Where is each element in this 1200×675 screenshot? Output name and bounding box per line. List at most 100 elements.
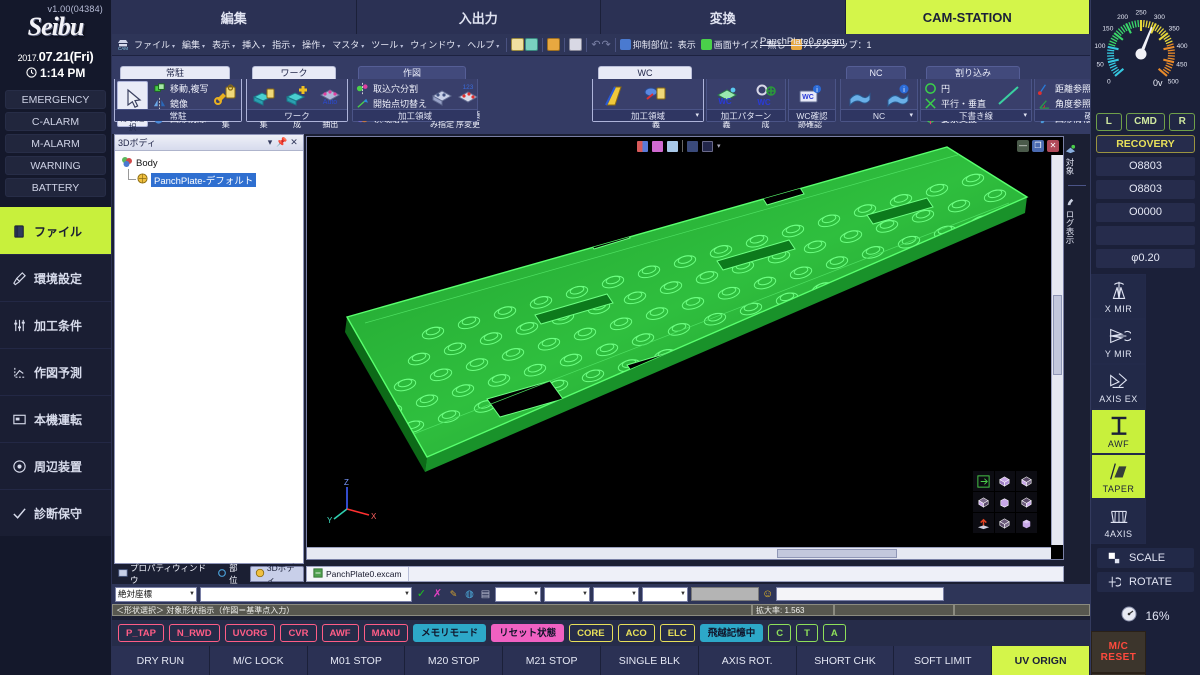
view-bottom-icon[interactable] [994,513,1016,533]
recovery-button[interactable]: RECOVERY [1096,135,1195,153]
function-button-7[interactable]: AXIS ROT. [698,646,797,675]
program-field-5[interactable]: φ0.20 [1096,249,1195,268]
redo-icon[interactable]: ↷ [602,38,611,51]
view-iso-reset-icon[interactable] [973,471,994,491]
function-button-2[interactable]: M/C LOCK [209,646,308,675]
ribbon-button-hole-split[interactable]: 取込穴分割 [356,82,427,95]
status-pill-3[interactable]: UVORG [224,624,276,642]
status-pill-9[interactable]: CORE [569,624,613,642]
toggle-taper[interactable]: TAPER [1091,454,1146,499]
status-pill-13[interactable]: C [768,624,792,642]
menu-item-8[interactable]: ツール [368,37,406,52]
tree-node-root[interactable]: Body [115,155,303,172]
save-icon[interactable] [569,38,583,51]
sidebar-item-7[interactable]: 診断保守 [0,489,111,536]
sidebar-item-6[interactable]: 周辺装置 [0,442,111,489]
tab-4[interactable]: CAM-STATION [845,0,1090,34]
tree-node-child[interactable]: PanchPlate-デフォルト [115,169,303,188]
m-c-reset-button[interactable]: M/C RESET [1091,631,1146,673]
status-pill-6[interactable]: MANU [363,624,409,642]
function-button-1[interactable]: DRY RUN [112,646,210,675]
menu-status-1[interactable]: 抑制部位：表示 [619,38,696,51]
status-pill-11[interactable]: ELC [659,624,695,642]
status-pill-12[interactable]: 飛越記憶中 [699,624,764,642]
ribbon-button-circle[interactable]: 円 [924,82,986,95]
ribbon-tab-1[interactable]: 常駐 [120,66,230,79]
param-select-3[interactable]: ▼ [593,586,639,602]
coord-mode-select[interactable]: 絶対座標 ▼ [115,586,197,602]
ribbon-tab-7[interactable]: NC [846,66,906,79]
menu-item-1[interactable]: ファイル [131,37,178,52]
ribbon-group-expand-icon[interactable]: ▾ [695,110,699,122]
viewport-scrollbar-horizontal[interactable] [307,547,1051,559]
toggle-4axis[interactable]: 4AXIS [1091,499,1146,544]
status-pill-8[interactable]: リセット状態 [491,624,565,642]
param-select-2[interactable]: ▼ [544,586,590,602]
menu-item-3[interactable]: 表示 [209,37,238,52]
new-doc-icon[interactable] [511,38,525,51]
param-select-4[interactable]: ▼ [642,586,688,602]
calculator-small-icon[interactable]: ▤ [479,588,492,601]
function-button-6[interactable]: SINGLE BLK [600,646,699,675]
viewport-side-tab-1[interactable]: 対象 [1064,140,1076,179]
menu-item-4[interactable]: 挿入 [239,37,268,52]
ribbon-tab-3[interactable]: 作図 [358,66,466,79]
panel-tab-1[interactable]: プロパティウィンドウ [114,563,211,585]
status-pill-15[interactable]: A [822,624,846,642]
sidebar-item-4[interactable]: 作図予測 [0,348,111,395]
menu-item-10[interactable]: ヘルプ [464,37,502,52]
status-pill-4[interactable]: CVR [280,624,317,642]
mode-button-cmd[interactable]: CMD [1125,113,1166,131]
menu-item-7[interactable]: マスタ [329,37,367,52]
status-pill-10[interactable]: ACO [617,624,655,642]
ribbon-button-order-change[interactable]: 123加工順序変更 [455,79,481,129]
ribbon-button-auto-extract[interactable]: Auto自動部位抽出 [314,79,347,129]
document-tab[interactable]: PanchPlate0.excam [307,567,409,581]
message-field[interactable] [776,587,945,601]
mode-button-r[interactable]: R [1169,113,1195,131]
ribbon-tab-8[interactable]: 割り込み [926,66,1020,79]
function-button-8[interactable]: SHORT CHK [796,646,895,675]
program-field-3[interactable]: O0000 [1096,203,1195,222]
status-pill-1[interactable]: P_TAP [118,624,164,642]
toggle-x-mir[interactable]: X MIR [1091,274,1146,319]
sidebar-item-2[interactable]: 環境設定 [0,254,111,301]
view-front-icon[interactable] [1016,471,1037,491]
ribbon-tab-2[interactable]: ワーク [252,66,336,79]
view-right-icon[interactable] [1016,492,1037,512]
param-select-1[interactable]: ▼ [495,586,541,602]
sidebar-item-3[interactable]: 加工条件 [0,301,111,348]
toggle-awf[interactable]: AWF [1091,409,1146,454]
panel-tab-2[interactable]: 部位 [213,563,248,585]
cancel-icon[interactable]: ✗ [431,588,444,601]
view-solid-icon[interactable] [994,492,1016,512]
program-field-4[interactable] [1096,226,1195,245]
pin-icon[interactable]: 📌 [276,137,288,148]
status-pill-2[interactable]: N_RWD [168,624,220,642]
toggle-y-mir[interactable]: Y MIR [1091,319,1146,364]
sidebar-item-1[interactable]: ファイル [0,207,111,254]
program-field-2[interactable]: O8803 [1096,180,1195,199]
chevron-down-icon[interactable]: ▾ [264,137,276,148]
ribbon-group-expand-icon[interactable]: ▾ [909,110,913,122]
palette-icon[interactable]: ◍ [463,588,476,601]
menu-item-6[interactable]: 操作 [299,37,328,52]
open-doc-icon[interactable] [525,38,539,51]
confirm-icon[interactable]: ✓ [415,588,428,601]
menu-item-2[interactable]: 編集 [179,37,208,52]
ribbon-button-work-edit[interactable]: ワーク編集 [247,79,280,129]
tab-1[interactable]: 編集 [112,0,357,34]
view-up-arrow-icon[interactable] [973,513,994,533]
menu-item-5[interactable]: 指示 [269,37,298,52]
status-pill-7[interactable]: メモリモード [413,624,487,642]
view-top-icon[interactable] [994,471,1016,491]
function-button-3[interactable]: M01 STOP [307,646,406,675]
command-input[interactable]: ▼ [200,586,412,602]
mode-button-l[interactable]: L [1096,113,1122,131]
menu-item-9[interactable]: ウィンドウ [407,37,463,52]
viewport-scrollbar-vertical[interactable] [1051,155,1063,545]
ribbon-button-machined[interactable]: 加工済み指定 [429,79,455,129]
ribbon-button-attribute-edit[interactable]: 属性編集 [211,79,241,129]
function-button-9[interactable]: SOFT LIMIT [894,646,993,675]
panel-tab-3[interactable]: 3Dボディ [249,563,304,585]
